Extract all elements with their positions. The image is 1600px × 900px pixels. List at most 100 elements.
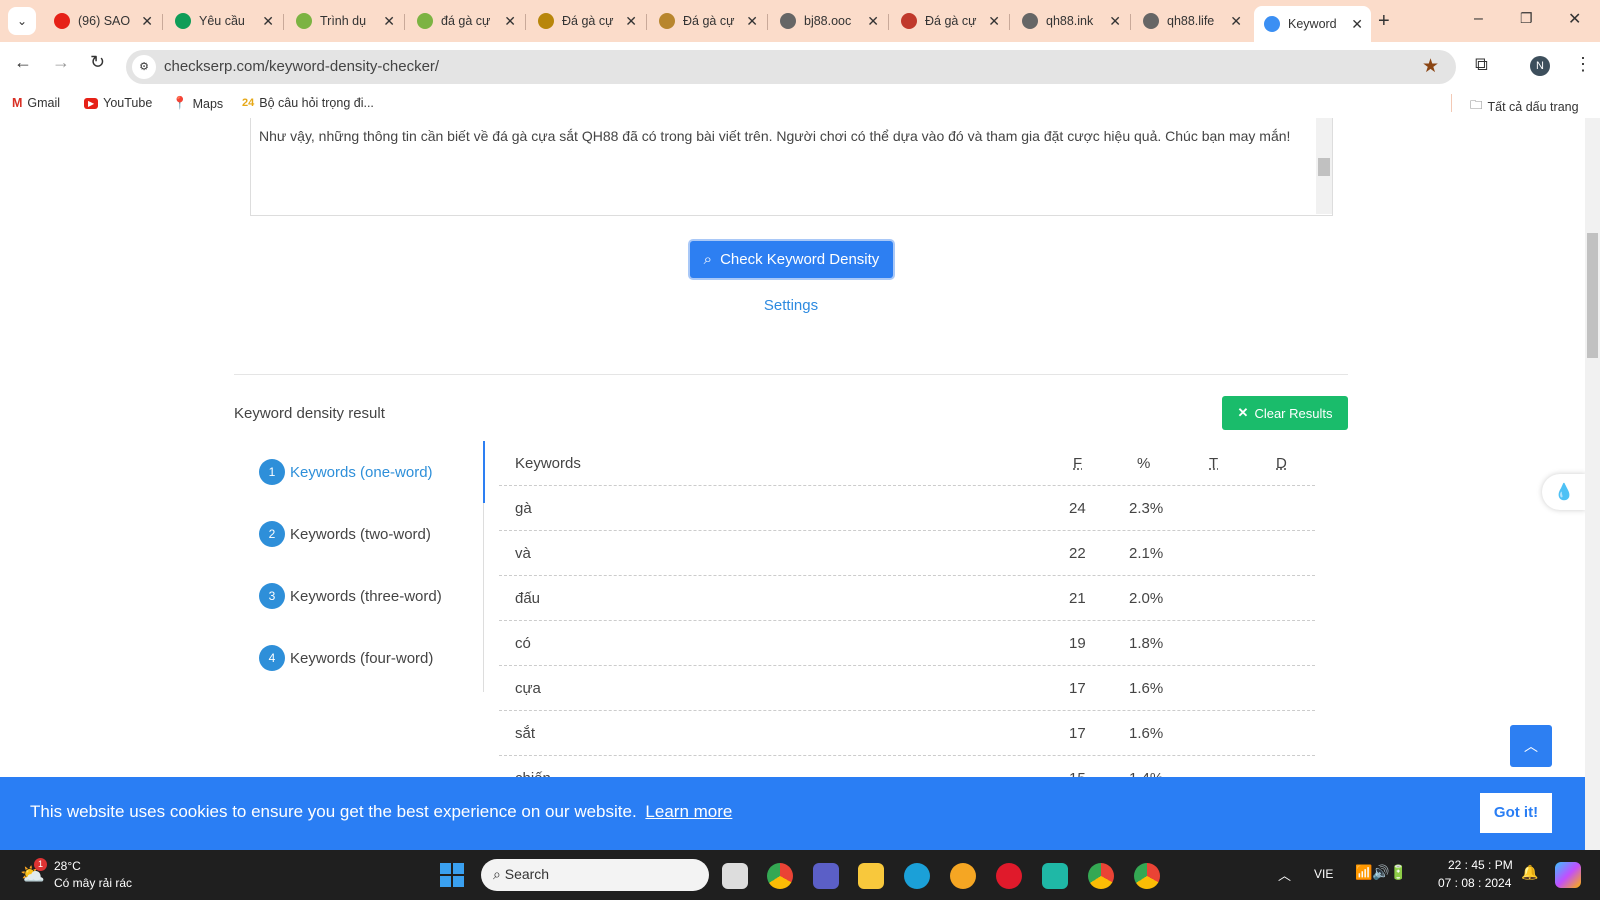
textarea-text[interactable]: Như vậy, những thông tin cần biết về đá … xyxy=(259,126,1299,147)
header-description[interactable]: D xyxy=(1276,455,1287,472)
learn-more-link[interactable]: Learn more xyxy=(645,802,732,821)
text-input-area[interactable]: Như vậy, những thông tin cần biết về đá … xyxy=(250,118,1333,216)
chrome-icon[interactable] xyxy=(767,863,793,889)
tab-search-button[interactable]: ⌄ xyxy=(8,7,36,35)
taskbar-search[interactable]: ⌕ Search xyxy=(481,859,709,891)
menu-icon[interactable]: ⋮ xyxy=(1574,54,1592,75)
back-button[interactable]: ← xyxy=(14,52,32,73)
new-tab-button[interactable]: + xyxy=(1378,10,1390,33)
tab[interactable]: Đá gà cự ✕ xyxy=(649,6,766,36)
close-tab-icon[interactable]: ✕ xyxy=(746,13,758,30)
nav-item-3[interactable]: 3 Keywords (three-word) xyxy=(259,583,442,609)
notification-bell-icon[interactable]: 🔔 xyxy=(1521,864,1538,881)
close-tab-icon[interactable]: ✕ xyxy=(1351,16,1363,33)
bookmark-gmail[interactable]: M Gmail xyxy=(12,96,60,110)
check-keyword-density-button[interactable]: ⌕ Check Keyword Density xyxy=(690,241,893,278)
teams-icon[interactable] xyxy=(813,863,839,889)
chrome-profile-2-icon[interactable] xyxy=(1134,863,1160,889)
nav-item-4[interactable]: 4 Keywords (four-word) xyxy=(259,645,433,671)
sheets-icon xyxy=(175,13,191,29)
got-it-button[interactable]: Got it! xyxy=(1480,793,1552,833)
keyword-cell: cựa xyxy=(515,680,541,697)
result-title: Keyword density result xyxy=(234,405,385,422)
nav-item-2[interactable]: 2 Keywords (two-word) xyxy=(259,521,431,547)
header-frequency[interactable]: F xyxy=(1073,455,1082,472)
restore-button[interactable]: ❐ xyxy=(1520,10,1533,27)
search-label: Search xyxy=(504,866,550,882)
close-tab-icon[interactable]: ✕ xyxy=(988,13,1000,30)
opera-icon[interactable] xyxy=(996,863,1022,889)
bookmark-label: Maps xyxy=(192,96,224,111)
tab[interactable]: Yêu cầu ✕ xyxy=(165,6,282,36)
close-window-button[interactable]: ✕ xyxy=(1568,9,1581,29)
table-row: có 19 1.8% xyxy=(499,621,1315,666)
bookmark-maps[interactable]: 📍 Maps xyxy=(172,96,223,111)
bookmark-star-icon[interactable]: ★ xyxy=(1422,55,1439,78)
scroll-to-top-button[interactable]: ︿ xyxy=(1510,725,1552,767)
tab[interactable]: bj88.ooc ✕ xyxy=(770,6,887,36)
browser-icon[interactable] xyxy=(950,863,976,889)
site-info-icon[interactable]: ⚙ xyxy=(132,55,156,79)
close-tab-icon[interactable]: ✕ xyxy=(1109,13,1121,30)
bookmark-youtube[interactable]: ▶ YouTube xyxy=(84,96,152,110)
close-tab-icon[interactable]: ✕ xyxy=(383,13,395,30)
tab[interactable]: qh88.ink ✕ xyxy=(1012,6,1129,36)
copilot-icon[interactable] xyxy=(1555,862,1581,888)
tab[interactable]: đá gà cự ✕ xyxy=(407,6,524,36)
percent-cell: 1.6% xyxy=(1129,680,1164,697)
close-tab-icon[interactable]: ✕ xyxy=(262,13,274,30)
textarea-scrollbar[interactable] xyxy=(1316,118,1332,214)
start-button[interactable] xyxy=(440,863,464,887)
reload-button[interactable]: ↻ xyxy=(90,52,105,73)
clear-results-button[interactable]: ✕ Clear Results xyxy=(1222,396,1348,430)
url-text[interactable]: checkserp.com/keyword-density-checker/ xyxy=(164,58,439,75)
tray-chevron-icon[interactable]: ︿ xyxy=(1278,865,1291,884)
header-keywords[interactable]: Keywords xyxy=(515,455,581,472)
tab-separator xyxy=(1130,14,1131,30)
extensions-icon[interactable]: ⧉ xyxy=(1475,54,1488,75)
tab-title: Đá gà cự xyxy=(925,14,977,28)
forward-button[interactable]: → xyxy=(52,52,70,73)
tab[interactable]: qh88.life ✕ xyxy=(1133,6,1250,36)
tab[interactable]: Trình dụ ✕ xyxy=(286,6,403,36)
table-header: Keywords F % T D xyxy=(499,441,1315,486)
avatar[interactable]: N xyxy=(1530,56,1550,76)
tab[interactable]: Đá gà cự ✕ xyxy=(528,6,645,36)
address-bar[interactable]: ⚙ checkserp.com/keyword-density-checker/… xyxy=(126,50,1456,84)
file-explorer-icon[interactable] xyxy=(858,863,884,889)
tab-title: bj88.ooc xyxy=(804,14,852,28)
assistant-widget-icon[interactable]: 💧 xyxy=(1542,474,1585,510)
nav-item-1[interactable]: 1 Keywords (one-word) xyxy=(259,459,433,485)
settings-link[interactable]: Settings xyxy=(740,297,842,314)
header-title[interactable]: T xyxy=(1209,455,1218,472)
close-tab-icon[interactable]: ✕ xyxy=(1230,13,1242,30)
chrome-profile-icon[interactable] xyxy=(1088,863,1114,889)
tab-separator xyxy=(1009,14,1010,30)
minimize-button[interactable]: – xyxy=(1474,10,1483,28)
bookmark-label: Gmail xyxy=(27,96,61,110)
close-tab-icon[interactable]: ✕ xyxy=(625,13,637,30)
wifi-volume-battery-icons[interactable]: 📶🔊🔋 xyxy=(1355,864,1407,881)
tab[interactable]: Đá gà cự ✕ xyxy=(891,6,1008,36)
tab[interactable]: Keyword ✕ xyxy=(1254,6,1371,42)
keyword-cell: sắt xyxy=(515,725,536,742)
app-icon[interactable] xyxy=(1042,863,1068,889)
close-tab-icon[interactable]: ✕ xyxy=(504,13,516,30)
tab[interactable]: (96) SAO ✕ xyxy=(44,6,161,36)
clock-time[interactable]: 22 : 45 : PM xyxy=(1448,858,1513,872)
youtube-icon xyxy=(54,13,70,29)
clock-date[interactable]: 07 : 08 : 2024 xyxy=(1438,876,1511,890)
all-bookmarks-label: Tất cả dấu trang xyxy=(1487,99,1579,114)
close-tab-icon[interactable]: ✕ xyxy=(867,13,879,30)
page-scrollbar[interactable] xyxy=(1585,118,1600,850)
language-indicator[interactable]: VIE xyxy=(1314,867,1333,881)
youtube-icon: ▶ xyxy=(84,97,99,109)
edge-icon[interactable] xyxy=(904,863,930,889)
bookmark-quiz[interactable]: 24 Bộ câu hỏi trọng đi... xyxy=(242,96,374,110)
task-view-icon[interactable] xyxy=(722,863,748,889)
frequency-cell: 22 xyxy=(1069,545,1086,562)
all-bookmarks[interactable]: 🗀 Tất cả dấu trang xyxy=(1470,96,1579,117)
close-tab-icon[interactable]: ✕ xyxy=(141,13,153,30)
weather-badge: 1 xyxy=(34,858,47,871)
header-percent[interactable]: % xyxy=(1137,455,1150,472)
